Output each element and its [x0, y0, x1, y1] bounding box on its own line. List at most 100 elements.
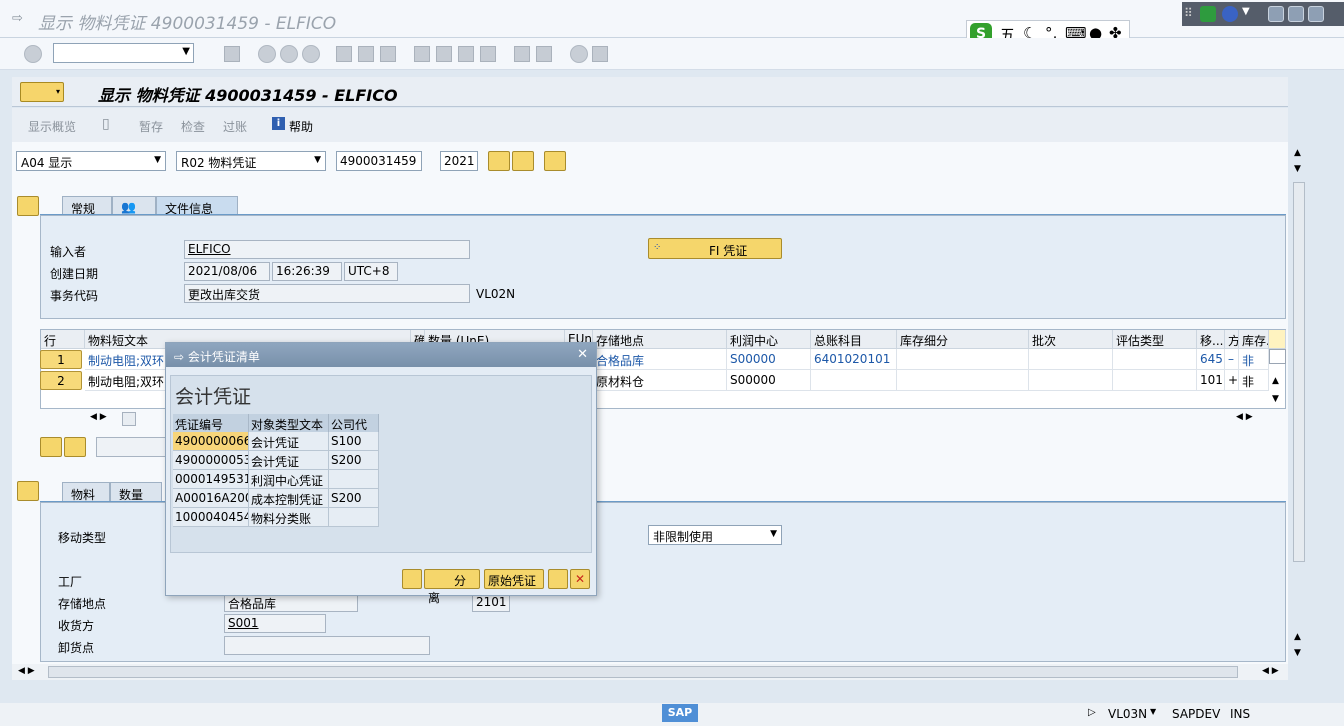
new-document-icon[interactable]: ▯ — [102, 116, 110, 132]
system-menu-button[interactable]: ▾ — [20, 82, 64, 102]
receiver-field[interactable]: S001 — [224, 614, 326, 633]
entered-by-field[interactable]: ELFICO — [184, 240, 470, 259]
doc-row-5-type[interactable]: 物料分类账 — [249, 508, 329, 527]
post-button[interactable]: 过账 — [223, 118, 247, 135]
col-header-stock-type[interactable]: 库存... — [1239, 330, 1269, 349]
menu-arrow-icon[interactable]: ▾ — [56, 87, 60, 96]
customize-layout-icon[interactable] — [592, 46, 608, 62]
col-header-sloc[interactable]: 存储地点 — [593, 330, 727, 349]
next-item-icon[interactable] — [64, 437, 86, 457]
tab-general[interactable]: 常规 — [62, 196, 112, 216]
doc-row-1-number[interactable]: 4900000066 — [173, 432, 249, 451]
chevron-down-icon[interactable]: ▼ — [182, 46, 190, 57]
collapse-header-icon[interactable] — [17, 196, 39, 216]
scroll-down-small-icon[interactable]: ▼ — [1294, 164, 1301, 174]
row2-profit-center[interactable]: S00000 — [727, 370, 811, 391]
maximize-button[interactable] — [1288, 6, 1304, 22]
help-circle-icon[interactable] — [1222, 6, 1238, 22]
main-scrollbar[interactable]: ▲ ▼ ▲ ▼ — [1292, 148, 1306, 666]
status-toggle-icon[interactable]: ▷ — [1088, 707, 1096, 718]
doc-row-1-type[interactable]: 会计凭证 — [249, 432, 329, 451]
row1-mvt[interactable]: 645 — [1197, 349, 1225, 370]
hold-button[interactable]: 暂存 — [139, 118, 163, 135]
fi-document-button[interactable]: ⁘ FI 凭证 — [648, 238, 782, 259]
column-config-icon[interactable] — [1269, 330, 1286, 349]
dropdown-icon[interactable]: ▼ — [1242, 6, 1250, 17]
last-page-icon[interactable] — [480, 46, 496, 62]
chevron-down-icon[interactable]: ▼ — [1150, 707, 1156, 716]
back-icon[interactable] — [258, 45, 276, 63]
doc-row-2-number[interactable]: 4900000053 — [173, 451, 249, 470]
doc-row-4-company[interactable]: S200 — [329, 489, 379, 508]
save-icon[interactable] — [224, 46, 240, 62]
col-header-valuation[interactable]: 评估类型 — [1113, 330, 1197, 349]
chevron-down-icon[interactable]: ▼ — [154, 155, 161, 165]
row2-valuation[interactable] — [1113, 370, 1197, 391]
tab-material[interactable]: 物料 — [62, 482, 110, 502]
scroll-thumb[interactable] — [1293, 182, 1305, 562]
grid-scroll-up-icon[interactable]: ▲ — [1272, 376, 1279, 386]
row1-batch[interactable] — [1029, 349, 1113, 370]
row2-sloc[interactable]: 原材料仓 — [593, 370, 727, 391]
doc-row-2-type[interactable]: 会计凭证 — [249, 451, 329, 470]
scroll-up-icon[interactable]: ▲ — [1294, 148, 1301, 158]
doc-row-3-type[interactable]: 利润中心凭证 — [249, 470, 329, 489]
col-header-batch[interactable]: 批次 — [1029, 330, 1113, 349]
created-date-field[interactable]: 2021/08/06 — [184, 262, 270, 281]
row1-profit-center[interactable]: S00000 — [727, 349, 811, 370]
timezone-field[interactable]: UTC+8 — [344, 262, 398, 281]
new-session-icon[interactable] — [514, 46, 530, 62]
created-time-field[interactable]: 16:26:39 — [272, 262, 342, 281]
row1-valuation[interactable] — [1113, 349, 1197, 370]
row1-line-button[interactable]: 1 — [40, 350, 82, 369]
split-button[interactable]: 分离 — [424, 569, 480, 605]
doc-row-3-number[interactable]: 0000149531 — [173, 470, 249, 489]
year-field[interactable]: 2021 — [440, 151, 478, 171]
scroll-up-bottom-icon[interactable]: ▲ — [1294, 632, 1301, 642]
scroll-down-icon[interactable]: ▼ — [1294, 648, 1301, 658]
row1-sloc[interactable]: 合格品库 — [593, 349, 727, 370]
command-field[interactable]: ▼ — [53, 43, 194, 63]
check-button[interactable]: 检查 — [181, 118, 205, 135]
sap-s-icon[interactable] — [1200, 6, 1216, 22]
row1-gl[interactable]: 6401020101 — [811, 349, 897, 370]
doc-row-2-company[interactable]: S200 — [329, 451, 379, 470]
magnify-icon[interactable] — [402, 569, 422, 589]
row2-stock[interactable]: 非 — [1239, 370, 1269, 391]
cancel-icon[interactable]: ✕ — [570, 569, 590, 589]
chevron-down-icon[interactable]: ▼ — [770, 529, 777, 539]
doc-row-4-number[interactable]: A00016A200 — [173, 489, 249, 508]
tab-quantity[interactable]: 数量 — [110, 482, 162, 502]
reference-select[interactable]: R02 物料凭证 ▼ — [176, 151, 326, 171]
row1-stock-seg[interactable] — [897, 349, 1029, 370]
col-doc-number[interactable]: 凭证编号 — [173, 414, 249, 432]
status-tcode[interactable]: VL03N — [1108, 707, 1147, 721]
help-button[interactable]: 帮助 — [289, 118, 313, 135]
next-page-icon[interactable] — [458, 46, 474, 62]
row1-stock[interactable]: 非 — [1239, 349, 1269, 370]
stock-type-select[interactable]: 非限制使用 ▼ — [648, 525, 782, 545]
previous-item-icon[interactable] — [40, 437, 62, 457]
action-select[interactable]: A04 显示 ▼ — [16, 151, 166, 171]
find-next-icon[interactable] — [380, 46, 396, 62]
doc-row-4-type[interactable]: 成本控制凭证 — [249, 489, 329, 508]
scroll-right-icon[interactable]: ◀ ▶ — [1236, 412, 1253, 422]
row2-mvt[interactable]: 101 — [1197, 370, 1225, 391]
tab-doc-info[interactable]: 文件信息 — [156, 196, 238, 216]
table-settings-icon[interactable] — [544, 151, 566, 171]
tcode-text-field[interactable]: 更改出库交货 — [184, 284, 470, 303]
find-icon[interactable] — [358, 46, 374, 62]
binoculars-icon[interactable] — [512, 151, 534, 171]
doc-row-5-company[interactable] — [329, 508, 379, 527]
item-number-field[interactable] — [96, 437, 176, 457]
row2-gl[interactable] — [811, 370, 897, 391]
col-header-mvt[interactable]: 移... — [1197, 330, 1225, 349]
hscroll-right-icon[interactable]: ◀ ▶ — [1262, 666, 1279, 676]
document-number-field[interactable]: 4900031459 — [336, 151, 422, 171]
first-page-icon[interactable] — [414, 46, 430, 62]
execute-icon[interactable] — [488, 151, 510, 171]
print-list-icon[interactable] — [548, 569, 568, 589]
print-icon[interactable] — [336, 46, 352, 62]
col-header-dir[interactable]: 方 — [1225, 330, 1239, 349]
help-icon[interactable] — [570, 45, 588, 63]
